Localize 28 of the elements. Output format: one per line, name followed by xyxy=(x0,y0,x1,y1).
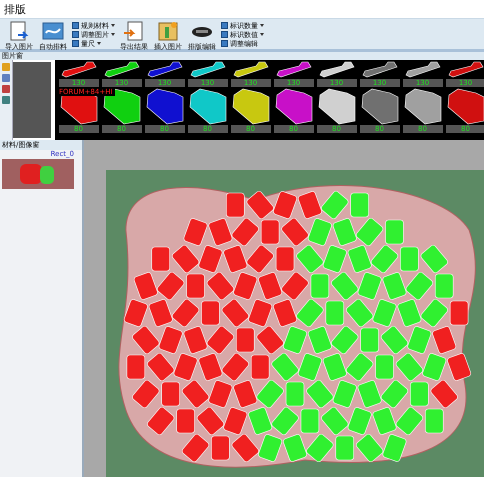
import-icon xyxy=(8,21,30,41)
caret-icon xyxy=(111,24,115,27)
caret-icon xyxy=(260,33,264,36)
material-thumbnail[interactable] xyxy=(2,159,74,189)
strip-piece[interactable] xyxy=(232,61,270,79)
strip-piece[interactable] xyxy=(446,61,484,79)
panel-piece[interactable] xyxy=(188,87,228,125)
strip-piece[interactable] xyxy=(188,61,226,79)
strip-piece[interactable] xyxy=(102,61,140,79)
panel-piece[interactable] xyxy=(446,87,484,125)
insert-icon xyxy=(157,21,179,41)
strip-piece[interactable] xyxy=(318,61,356,79)
panel-piece[interactable] xyxy=(230,87,270,125)
export-icon xyxy=(123,21,145,41)
strip-piece[interactable] xyxy=(274,61,312,79)
caret-icon xyxy=(260,24,264,27)
strip-piece[interactable] xyxy=(146,61,184,79)
panel-piece[interactable] xyxy=(360,87,400,125)
panel-piece[interactable] xyxy=(316,87,356,125)
panel-piece[interactable] xyxy=(274,87,314,125)
caret-icon xyxy=(97,42,101,45)
strip-piece[interactable] xyxy=(404,61,442,79)
strip-piece[interactable] xyxy=(60,61,98,79)
panel-piece[interactable] xyxy=(402,87,442,125)
caret-icon xyxy=(111,33,115,36)
strip-piece[interactable] xyxy=(360,61,398,79)
auto-icon xyxy=(42,21,64,41)
panel-piece[interactable] xyxy=(144,87,184,125)
